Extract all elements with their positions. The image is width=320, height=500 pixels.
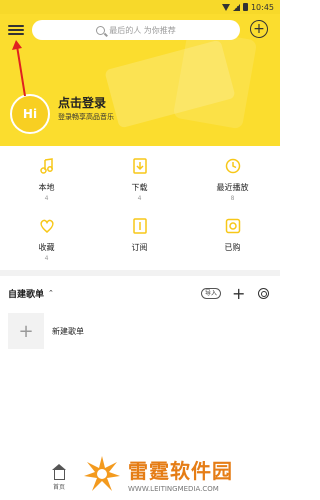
watermark-url: WWW.LEITINGMEDIA.COM <box>128 485 219 493</box>
wifi-icon <box>221 3 230 11</box>
playlist-section-title[interactable]: 自建歌单 <box>8 287 44 300</box>
annotation-arrow-icon <box>12 40 26 97</box>
new-playlist-label: 新建歌单 <box>52 326 84 336</box>
home-label: 首页 <box>52 484 65 491</box>
search-icon <box>96 25 106 35</box>
search-input[interactable]: 最后的人 为你推荐 <box>32 20 240 40</box>
grid-item-favorites[interactable]: 收藏 4 <box>0 218 93 262</box>
leiting-logo-icon <box>84 456 120 491</box>
menu-icon[interactable] <box>8 22 24 38</box>
settings-icon[interactable] <box>258 288 269 299</box>
avatar-text: Hi <box>22 107 38 121</box>
add-playlist-icon[interactable]: + <box>232 284 245 303</box>
watermark-brand: 雷霆软件园 <box>128 459 233 483</box>
header: 最后的人 为你推荐 + Hi 点击登录 登录畅享高品音乐 <box>0 14 280 146</box>
add-icon[interactable]: + <box>250 20 268 38</box>
avatar[interactable]: Hi <box>10 94 50 134</box>
search-placeholder: 最后的人 为你推荐 <box>109 25 176 35</box>
grid-label: 下载 <box>131 183 148 192</box>
signal-icon <box>232 3 240 11</box>
subscribe-icon <box>132 218 147 234</box>
purchased-icon <box>225 218 240 234</box>
chevron-up-icon[interactable]: ⌃ <box>48 289 54 297</box>
status-time: 10:45 <box>250 2 274 12</box>
feature-grid: 本地 4 下载 4 最近播放 8 收藏 4 订阅 已购 <box>0 146 280 266</box>
import-button[interactable]: 导入 <box>201 288 222 299</box>
home-icon <box>51 464 66 480</box>
tab-home[interactable]: 首页 <box>44 464 74 491</box>
login-subtitle: 登录畅享高品音乐 <box>58 113 114 121</box>
grid-item-subscribe[interactable]: 订阅 <box>93 218 186 253</box>
grid-label: 已购 <box>224 243 241 252</box>
watermark-text: 雷霆软件园 WWW.LEITINGMEDIA.COM <box>128 455 233 493</box>
grid-item-download[interactable]: 下载 4 <box>93 158 186 202</box>
status-icons: 10:45 <box>221 2 274 12</box>
grid-item-purchased[interactable]: 已购 <box>186 218 279 253</box>
login-title[interactable]: 点击登录 <box>58 94 106 111</box>
battery-icon <box>242 3 248 11</box>
status-bar: 10:45 <box>0 0 280 14</box>
download-icon <box>132 158 147 174</box>
watermark: 雷霆软件园 WWW.LEITINGMEDIA.COM <box>76 448 280 500</box>
section-divider <box>0 270 280 276</box>
music-note-icon <box>39 158 53 174</box>
grid-item-recent[interactable]: 最近播放 8 <box>186 158 279 202</box>
clock-icon <box>225 158 240 174</box>
heart-icon <box>39 219 54 233</box>
grid-label: 收藏 <box>38 243 55 252</box>
grid-count: 4 <box>44 195 49 202</box>
new-playlist-button[interactable]: + 新建歌单 <box>8 312 272 350</box>
playlist-header: 自建歌单 ⌃ 导入 + <box>0 280 280 306</box>
grid-label: 本地 <box>38 183 55 192</box>
grid-label: 订阅 <box>131 243 148 252</box>
grid-count: 4 <box>137 195 142 202</box>
grid-label: 最近播放 <box>216 183 249 192</box>
plus-icon: + <box>8 313 44 349</box>
grid-item-local[interactable]: 本地 4 <box>0 158 93 202</box>
grid-count: 4 <box>44 255 49 262</box>
grid-count: 8 <box>230 195 235 202</box>
